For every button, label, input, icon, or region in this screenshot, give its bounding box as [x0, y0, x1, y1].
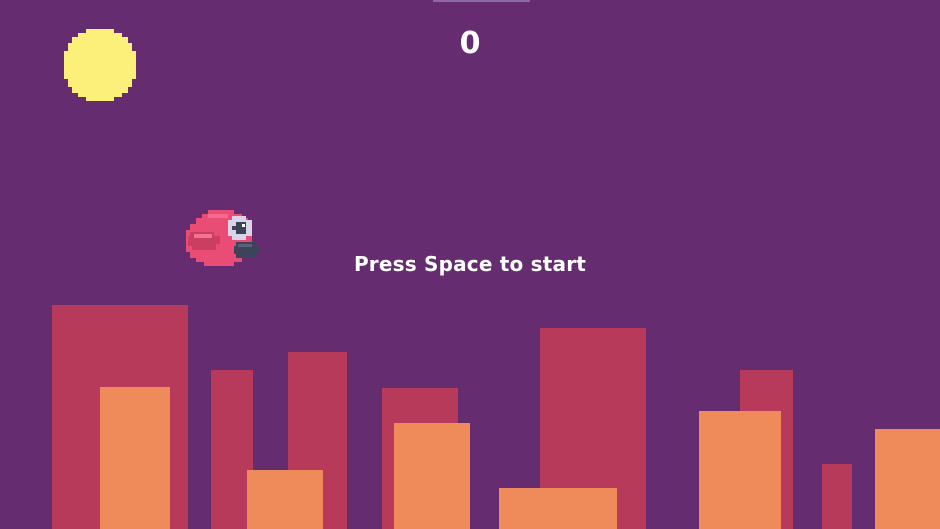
score-counter: 0 [459, 26, 481, 61]
game-canvas[interactable]: 0 Press Space to start [0, 0, 940, 529]
foreground-building [394, 423, 470, 529]
bird-player-icon [186, 210, 260, 266]
foreground-building [100, 387, 170, 529]
foreground-building [699, 411, 781, 529]
background-building [822, 464, 852, 529]
start-prompt: Press Space to start [353, 252, 587, 276]
top-edge-tab [433, 0, 530, 2]
foreground-building [499, 488, 617, 529]
foreground-building [875, 429, 940, 529]
sun-icon [64, 29, 136, 101]
foreground-building [247, 470, 323, 529]
